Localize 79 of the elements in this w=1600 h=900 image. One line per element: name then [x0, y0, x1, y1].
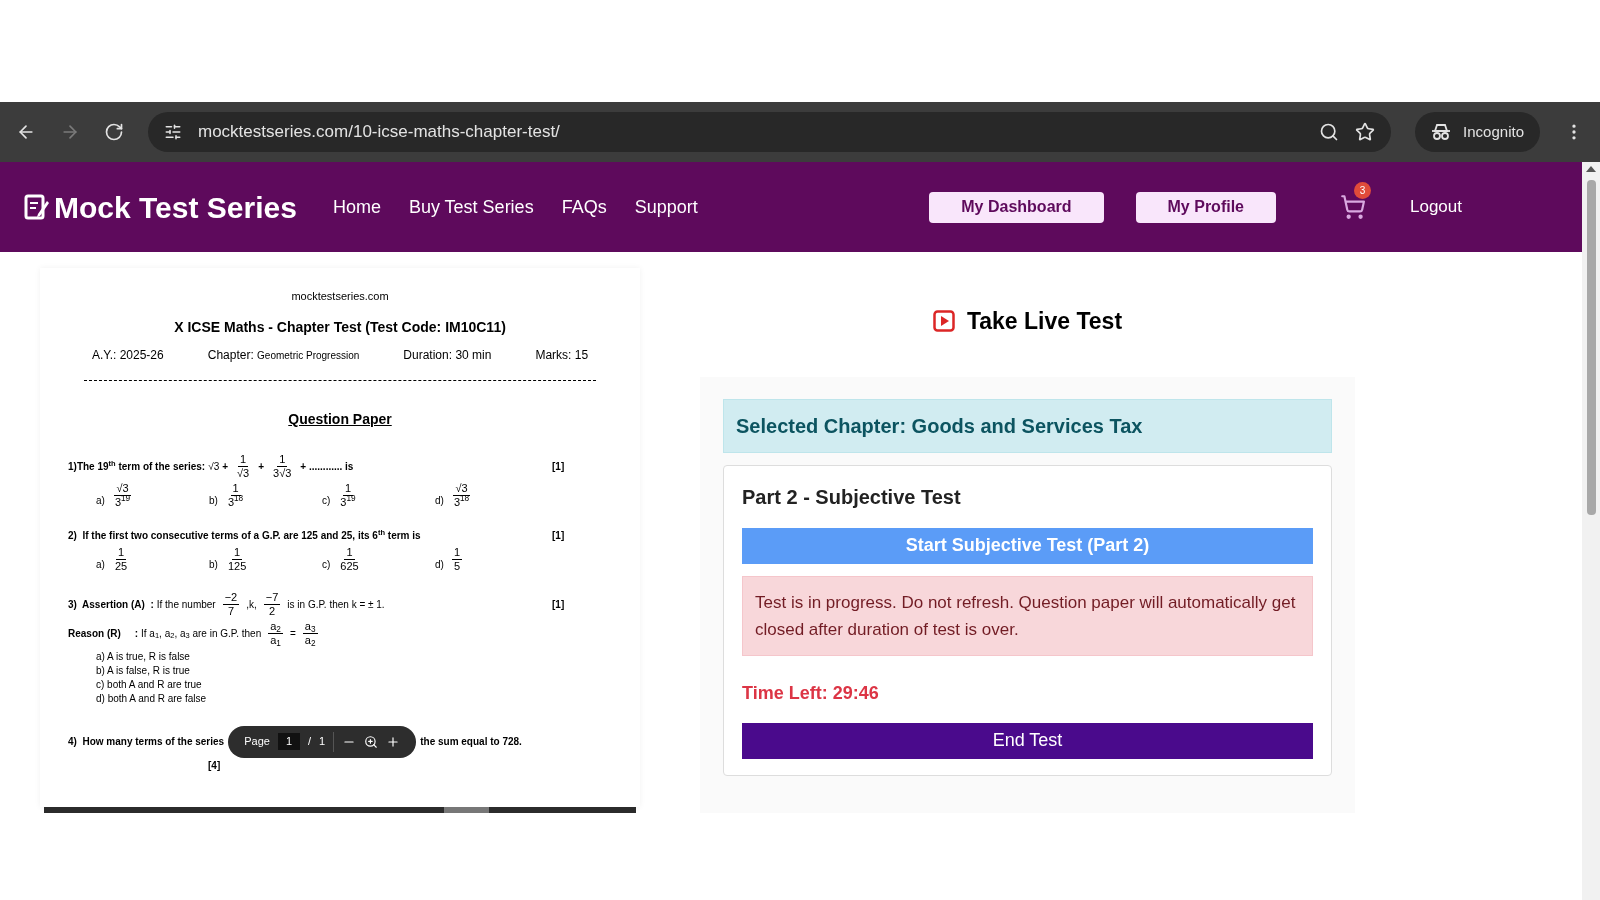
fraction: a$_{2}$ a$_{1}$ [268, 620, 283, 646]
incognito-chip[interactable]: Incognito [1415, 112, 1540, 152]
option-label: c) [322, 493, 331, 508]
question-text: + [258, 459, 265, 474]
question-text: is in G.P. then k = ± 1. [287, 597, 385, 612]
question-text: the sum equal to 728. [420, 735, 522, 749]
page-separator: / [308, 734, 312, 750]
url-text: mocktestseries.com/10-icse-maths-chapter-test/ [198, 121, 561, 144]
page-input[interactable]: 1 [277, 733, 300, 750]
option-fraction: 1 5 [451, 546, 463, 572]
option-label: d) [435, 493, 444, 508]
header-button[interactable]: My Dashboard [929, 191, 1104, 223]
option-label: a) [96, 493, 105, 508]
play-icon [932, 310, 955, 333]
marks-label: [1] [552, 528, 566, 543]
question-text: 3) Assertion (A) : [68, 597, 154, 612]
option-label: a) [96, 557, 105, 572]
marks-label: [1] [552, 459, 566, 474]
question-text: If a$_{1}$, a$_{2}$, a$_{3}$ are in G.P. then [141, 626, 262, 641]
page-total: 1 [319, 734, 326, 750]
site-settings-icon[interactable] [164, 123, 182, 141]
paper-heading: Question Paper [288, 409, 392, 429]
question-text: Reason (R) : [68, 626, 138, 641]
paper-meta: Marks: 15 [535, 346, 589, 364]
option-text: c) both A and R are true [96, 677, 203, 692]
nav-link[interactable]: Support [634, 193, 698, 221]
page-label: Page [244, 734, 270, 750]
page-title: Take Live Test [966, 307, 1123, 336]
logout-link[interactable]: Logout [1410, 194, 1462, 220]
option-text: a) A is true, R is false [96, 649, 191, 664]
question-text: If the number [156, 597, 216, 612]
star-icon[interactable] [1355, 122, 1376, 142]
paper-title: X ICSE Maths - Chapter Test (Test Code: IM10C11) [174, 317, 506, 337]
marks-label: [1] [552, 597, 566, 612]
option-text: b) A is false, R is true [96, 663, 191, 678]
zoom-in-icon[interactable] [386, 734, 401, 749]
part-title: Part 2 - Subjective Test [742, 484, 962, 510]
chapter-banner: Selected Chapter: Goods and Services Tax [723, 398, 1332, 453]
cart-icon[interactable] [1340, 194, 1366, 220]
marks-label: [4] [208, 758, 222, 773]
cart-badge: 3 [1354, 182, 1371, 199]
question-text: ,k, [246, 597, 257, 612]
fraction: 1 √3 [236, 453, 251, 479]
fraction: a$_{3}$ a$_{2}$ [302, 620, 318, 646]
option-fraction: 1 125 [226, 546, 248, 572]
paper-meta: Duration: 30 min [403, 346, 492, 364]
question-text: √3 [208, 459, 220, 474]
question-text: 4) How many terms of the series [68, 735, 225, 749]
notepad-pencil-icon [24, 193, 50, 221]
option-fraction: 1 25 [113, 546, 129, 572]
header-button[interactable]: My Profile [1135, 191, 1276, 223]
option-label: d) [435, 557, 444, 572]
question-text: + ............ is [300, 459, 354, 474]
reload-icon[interactable] [104, 122, 124, 142]
address-bar[interactable]: mocktestseries.com/10-icse-maths-chapter-test/ [148, 112, 1392, 152]
nav-link[interactable]: Home [332, 193, 381, 221]
nav-link[interactable]: FAQs [561, 193, 607, 221]
question-text: 1)The 19$^{th}$ term of the series: [68, 458, 206, 474]
zoom-icon[interactable] [1319, 122, 1340, 142]
question-text: + [222, 459, 229, 474]
option-fraction: 1 625 [339, 546, 360, 572]
nav-link[interactable]: Buy Test Series [408, 193, 534, 221]
zoom-reset-icon[interactable] [364, 734, 379, 749]
option-label: b) [209, 557, 218, 572]
end-test-button[interactable]: End Test [742, 722, 1313, 759]
progress-alert: Test is in progress. Do not refresh. Question paper will automatically get closed after duration of test is over. [742, 575, 1313, 656]
option-label: c) [322, 557, 331, 572]
paper-meta: A.Y.: 2025-26 [91, 346, 164, 364]
question-text: = [289, 626, 296, 641]
paper-site: mocktestseries.com [291, 289, 389, 304]
fraction: −2 7 [222, 591, 240, 617]
fraction: 1 3√3 [272, 453, 293, 479]
incognito-icon [1431, 123, 1452, 141]
question-text: 2) If the first two consecutive terms of a G.P. are 125 and 25, its 6$^{th}$ term is [68, 527, 421, 543]
option-label: b) [209, 493, 218, 508]
site-logo[interactable]: Mock Test Series [54, 184, 297, 230]
option-text: d) both A and R are false [96, 691, 208, 706]
paper-meta: Chapter: Geometric Progression [207, 346, 360, 364]
time-left: Time Left: 29:46 [742, 681, 880, 705]
